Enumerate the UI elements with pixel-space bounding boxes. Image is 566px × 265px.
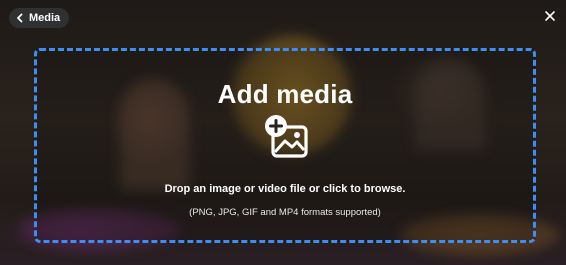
media-panel: Media Add media Drop an image or video f… <box>0 0 566 265</box>
chevron-left-icon <box>17 13 23 23</box>
add-image-icon <box>265 115 308 158</box>
dropzone-formats: (PNG, JPG, GIF and MP4 formats supported… <box>189 207 381 218</box>
dropzone-title: Add media <box>217 79 353 109</box>
back-button[interactable]: Media <box>9 8 70 28</box>
close-icon[interactable] <box>543 9 557 23</box>
back-button-label: Media <box>29 12 61 24</box>
media-dropzone[interactable]: Add media Drop an image or video file or… <box>34 48 536 243</box>
dropzone-instruction: Drop an image or video file or click to … <box>164 183 406 195</box>
